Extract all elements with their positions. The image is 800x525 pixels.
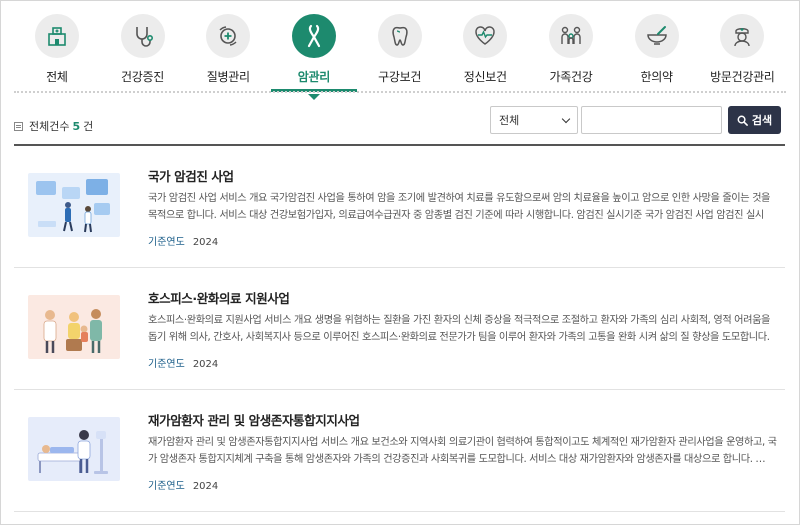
search-icon: [737, 115, 748, 126]
year-label: 기준연도: [148, 359, 185, 370]
item-title[interactable]: 호스피스·완화의료 지원사업: [148, 288, 290, 307]
item-title[interactable]: 국가 암검진 사업: [148, 166, 234, 185]
total-unit: 건: [83, 120, 94, 133]
tab-disease-control[interactable]: 질병관리: [185, 12, 271, 92]
heart-pulse-icon: [463, 14, 508, 58]
list-item[interactable]: 재가암환자 관리 및 암생존자통합지지사업 재가암환자 관리 및 암생존자통합지…: [14, 390, 785, 512]
tab-label: 한의약: [640, 70, 674, 84]
total-count-value: 5: [72, 119, 81, 133]
stethoscope-icon: [120, 14, 165, 58]
tab-visiting-health[interactable]: 방문건강관리: [700, 12, 786, 92]
year-label: 기준연도: [148, 237, 185, 248]
tab-label: 구강보건: [378, 70, 422, 84]
active-indicator: [307, 94, 320, 100]
tab-mental-health[interactable]: 정신보건: [442, 12, 528, 92]
nurse-icon: [720, 14, 765, 58]
screening-illustration: [28, 173, 120, 237]
tab-label: 전체: [46, 70, 68, 84]
search-button[interactable]: 검색: [728, 106, 781, 134]
list-icon: [14, 121, 23, 131]
tab-label: 암관리: [297, 70, 331, 84]
hospital-icon: [34, 14, 79, 58]
cancer-ribbon-icon: [291, 14, 336, 58]
tab-cancer-management[interactable]: 암관리: [271, 12, 357, 100]
total-label: 전체건수: [29, 120, 70, 133]
total-count: 전체건수 5 건: [14, 118, 93, 134]
tab-korean-medicine[interactable]: 한의약: [614, 12, 700, 92]
tab-all[interactable]: 전체: [14, 12, 100, 92]
tab-label: 질병관리: [206, 70, 250, 84]
list-item[interactable]: 국가 암검진 사업 국가 암검진 사업 서비스 개요 국가암검진 사업을 통하여…: [14, 146, 785, 268]
disease-control-icon: [206, 14, 251, 58]
item-title[interactable]: 재가암환자 관리 및 암생존자통합지지사업: [148, 410, 360, 429]
category-nav: 전체 건강증진 질병관리 암관리 구강보건 정신보건 가족건강 한의약 방문건강…: [14, 12, 786, 100]
item-meta: 기준연도 2024: [148, 233, 218, 248]
year-value: 2024: [192, 481, 219, 492]
hospice-team-illustration: [28, 295, 120, 359]
item-meta: 기준연도 2024: [148, 477, 218, 492]
tab-label: 정신보건: [463, 70, 507, 84]
family-icon: [548, 14, 593, 58]
item-meta: 기준연도 2024: [148, 355, 218, 370]
item-description: 국가 암검진 사업 서비스 개요 국가암검진 사업을 통하여 암을 조기에 발견…: [148, 193, 771, 221]
select-value: 전체: [499, 114, 520, 127]
year-label: 기준연도: [148, 481, 185, 492]
chevron-down-icon: [561, 114, 571, 123]
tab-health-promotion[interactable]: 건강증진: [100, 12, 186, 92]
tab-oral-health[interactable]: 구강보건: [357, 12, 443, 92]
tab-family-health[interactable]: 가족건강: [528, 12, 614, 92]
search-input[interactable]: [581, 106, 722, 134]
tooth-icon: [377, 14, 422, 58]
category-select[interactable]: 전체: [490, 106, 578, 134]
search-button-label: 검색: [751, 114, 773, 127]
nav-divider: [14, 91, 786, 93]
year-value: 2024: [192, 237, 219, 248]
tab-label: 가족건강: [549, 70, 593, 84]
item-description: 재가암환자 관리 및 암생존자통합지지사업 서비스 개요 보건소와 지역사회 의…: [148, 437, 777, 465]
item-description: 호스피스·완화의료 지원사업 서비스 개요 생명을 위협하는 질환을 가진 환자…: [148, 315, 771, 343]
list-item[interactable]: 호스피스·완화의료 지원사업 호스피스·완화의료 지원사업 서비스 개요 생명을…: [14, 268, 785, 390]
tab-label: 건강증진: [121, 70, 165, 84]
home-care-illustration: [28, 417, 120, 481]
year-value: 2024: [192, 359, 219, 370]
tab-label: 방문건강관리: [710, 70, 775, 84]
mortar-pestle-icon: [634, 14, 679, 58]
